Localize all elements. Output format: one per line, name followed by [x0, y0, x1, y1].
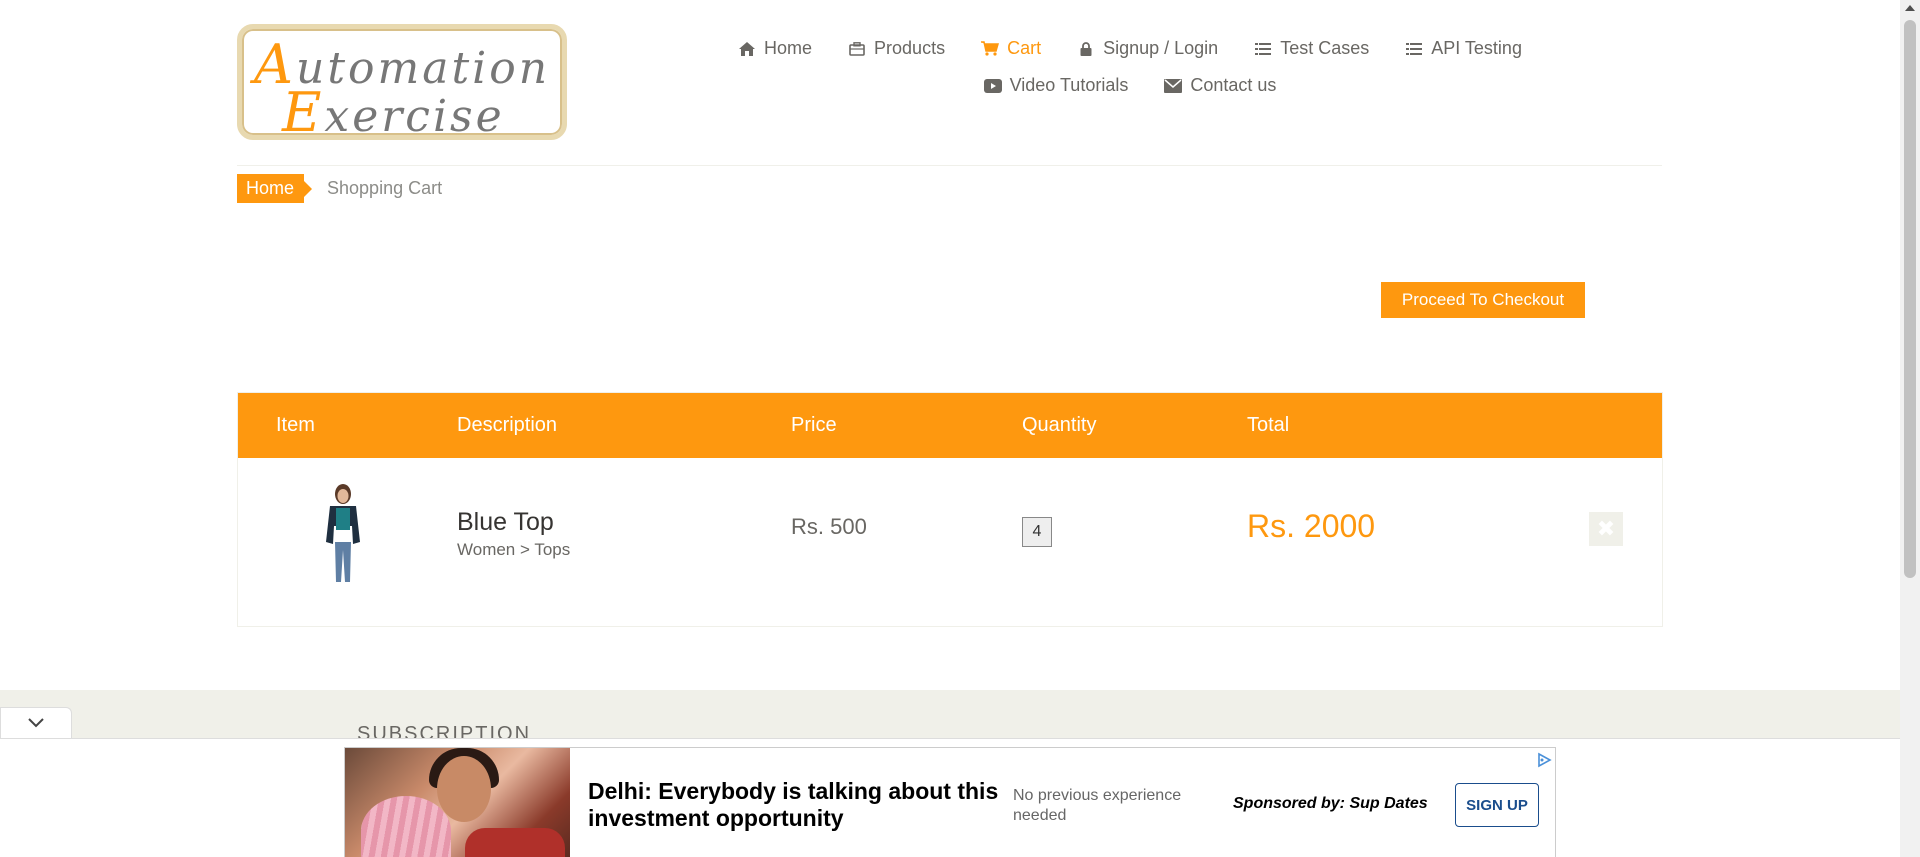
- header-quantity: Quantity: [1022, 414, 1097, 436]
- scroll-up-arrow-icon[interactable]: [1905, 5, 1915, 11]
- cart-icon: [981, 40, 1000, 58]
- lock-icon: [1077, 40, 1095, 58]
- header-price: Price: [791, 414, 837, 436]
- nav-row-1: Home Products Cart Signup / Login Test C…: [730, 38, 1530, 59]
- youtube-play-icon: [983, 77, 1002, 95]
- nav-home-label: Home: [764, 38, 813, 58]
- nav-contact-us-label: Contact us: [1190, 75, 1277, 95]
- nav-signup-login-label: Signup / Login: [1103, 38, 1219, 58]
- breadcrumb-current: Shopping Cart: [327, 178, 443, 198]
- site-logo[interactable]: Automation Exercise: [237, 24, 567, 144]
- adchoices-icon[interactable]: [1536, 752, 1552, 768]
- product-category: Women > Tops: [457, 540, 571, 559]
- nav-signup-login[interactable]: Signup / Login: [1077, 38, 1218, 59]
- briefcase-icon: [848, 40, 866, 58]
- header-divider: [237, 165, 1662, 166]
- ad-headline[interactable]: Delhi: Everybody is talking about this i…: [588, 778, 1008, 832]
- nav-home[interactable]: Home: [738, 38, 812, 59]
- nav-api-testing[interactable]: API Testing: [1405, 38, 1522, 59]
- proceed-to-checkout-button[interactable]: Proceed To Checkout: [1381, 282, 1585, 318]
- scrollbar-thumb[interactable]: [1904, 20, 1916, 578]
- list-icon: [1254, 40, 1272, 58]
- nav-api-testing-label: API Testing: [1431, 38, 1522, 58]
- list-icon: [1405, 40, 1423, 58]
- logo-line-2: Exercise: [282, 81, 505, 144]
- nav-row-2: Video Tutorials Contact us: [730, 75, 1530, 96]
- ad-image-fan: [361, 796, 451, 857]
- nav-test-cases[interactable]: Test Cases: [1254, 38, 1369, 59]
- ad-container[interactable]: Delhi: Everybody is talking about this i…: [344, 747, 1556, 857]
- ad-collapse-toggle[interactable]: [0, 707, 72, 739]
- ad-image[interactable]: [345, 748, 570, 857]
- nav-cart-label: Cart: [1007, 38, 1042, 58]
- product-name[interactable]: Blue Top: [457, 508, 554, 537]
- cart-table: Item Description Price Quantity Total Bl…: [237, 392, 1663, 627]
- ad-banner: Delhi: Everybody is talking about this i…: [0, 738, 1900, 857]
- product-price: Rs. 500: [791, 514, 867, 539]
- breadcrumb-home[interactable]: Home: [237, 174, 313, 203]
- chevron-down-icon: [28, 715, 44, 733]
- nav-products-label: Products: [874, 38, 946, 58]
- nav-contact-us[interactable]: Contact us: [1164, 75, 1276, 96]
- close-icon: ✖: [1596, 516, 1616, 541]
- delete-item-button[interactable]: ✖: [1589, 512, 1623, 546]
- nav-test-cases-label: Test Cases: [1280, 38, 1370, 58]
- table-row: Blue Top Women > Tops Rs. 500 4 Rs. 2000…: [238, 458, 1662, 626]
- ad-image-face: [437, 756, 491, 822]
- main-nav: Home Products Cart Signup / Login Test C…: [730, 38, 1530, 112]
- header-description: Description: [457, 414, 558, 436]
- breadcrumb: Home Shopping Cart: [237, 174, 442, 203]
- header-item: Item: [276, 414, 315, 436]
- home-icon: [738, 40, 756, 58]
- nav-cart[interactable]: Cart: [981, 38, 1041, 59]
- ad-subtext: No previous experience needed: [1013, 787, 1182, 824]
- ad-image-sari: [465, 828, 565, 857]
- quantity-box: 4: [1022, 517, 1052, 547]
- ad-sponsor: Sponsored by: Sup Dates: [1233, 795, 1428, 812]
- cart-table-header: Item Description Price Quantity Total: [238, 393, 1662, 458]
- nav-products[interactable]: Products: [848, 38, 945, 59]
- product-thumbnail[interactable]: [308, 482, 378, 586]
- nav-video-tutorials-label: Video Tutorials: [1009, 75, 1129, 95]
- page-scrollbar[interactable]: [1900, 0, 1920, 857]
- header-total: Total: [1247, 414, 1290, 436]
- nav-video-tutorials[interactable]: Video Tutorials: [983, 75, 1129, 96]
- row-total: Rs. 2000: [1247, 508, 1376, 544]
- envelope-icon: [1164, 77, 1183, 95]
- ad-signup-button[interactable]: SIGN UP: [1455, 783, 1539, 827]
